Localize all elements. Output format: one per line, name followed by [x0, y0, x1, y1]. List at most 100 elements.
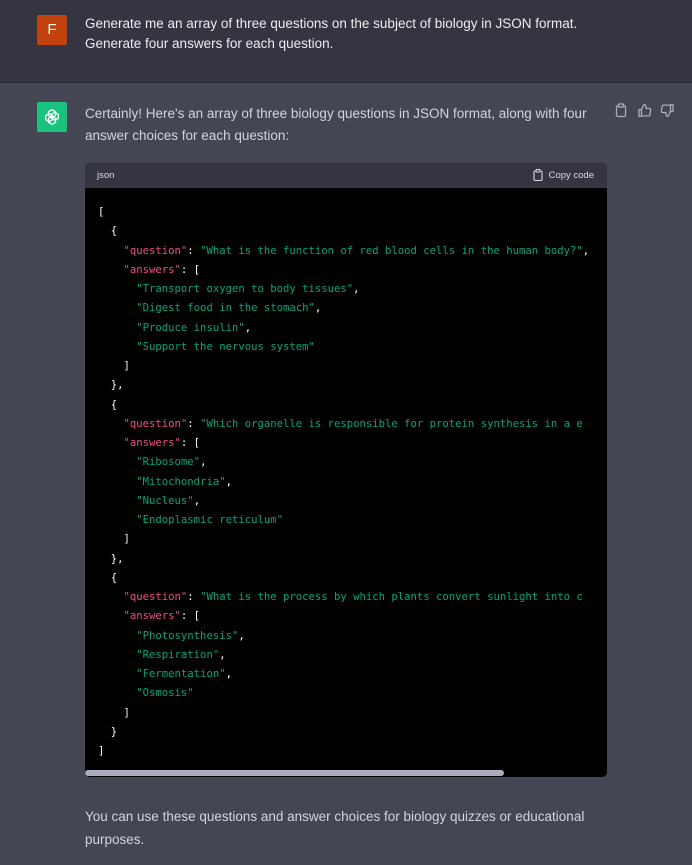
copy-icon[interactable]	[614, 103, 629, 118]
code-line: "answers": [	[98, 607, 607, 626]
json-punctuation: ,	[244, 321, 252, 334]
json-punctuation	[98, 245, 124, 257]
json-punctuation: ]	[98, 533, 130, 546]
code-line: "question": "What is the process by whic…	[98, 588, 607, 607]
code-line: "Endoplasmic reticulum"	[98, 511, 607, 530]
json-punctuation: {	[98, 398, 118, 411]
code-line: }	[98, 723, 607, 742]
json-punctuation: ,	[200, 456, 207, 469]
json-punctuation: },	[98, 379, 124, 392]
json-punctuation	[98, 476, 136, 488]
code-content: [ { "question": "What is the function of…	[98, 203, 607, 763]
code-line: [	[98, 203, 607, 222]
json-string: "Transport oxygen to body tissues"	[136, 283, 354, 295]
json-punctuation: :	[187, 591, 201, 603]
thumbs-up-icon[interactable]	[637, 103, 652, 118]
code-line: {	[98, 569, 607, 588]
code-line: "answers": [	[98, 434, 607, 453]
json-string: "Mitochondria"	[136, 475, 226, 488]
json-punctuation	[98, 418, 124, 430]
json-key: "answers"	[123, 610, 181, 623]
json-string: "Nucleus"	[136, 494, 194, 507]
code-line: ]	[98, 357, 607, 376]
json-string: "Ribosome"	[136, 456, 201, 469]
json-punctuation	[98, 649, 136, 661]
code-line: },	[98, 550, 607, 569]
user-avatar: F	[37, 15, 67, 45]
code-line: "Mitochondria",	[98, 473, 607, 492]
code-line: ]	[98, 704, 607, 723]
json-punctuation: ,	[582, 244, 590, 257]
code-line: ]	[98, 530, 607, 549]
code-line: },	[98, 376, 607, 395]
horizontal-scrollbar[interactable]	[85, 770, 504, 776]
code-line: "Photosynthesis",	[98, 627, 607, 646]
json-punctuation	[98, 591, 124, 603]
assistant-outro-text: You can use these questions and answer c…	[85, 809, 585, 847]
json-punctuation: : [	[180, 610, 201, 623]
json-punctuation	[98, 322, 136, 334]
user-message: F Generate me an array of three question…	[0, 0, 692, 83]
json-key: "answers"	[123, 263, 181, 276]
copy-code-button[interactable]: Copy code	[533, 169, 594, 181]
json-punctuation	[98, 630, 136, 642]
json-punctuation	[98, 302, 136, 314]
json-string: "Digest food in the stomach"	[136, 302, 315, 315]
json-string: "Which organelle is responsible for prot…	[200, 417, 583, 430]
json-punctuation: },	[98, 552, 124, 565]
json-punctuation: ,	[219, 648, 226, 661]
code-line: "answers": [	[98, 261, 607, 280]
code-line: ]	[98, 742, 607, 761]
json-key: "question"	[123, 591, 188, 603]
json-punctuation	[98, 437, 124, 449]
json-punctuation: ,	[225, 475, 232, 488]
json-punctuation: :	[187, 244, 201, 257]
json-punctuation	[98, 668, 136, 680]
json-string: "What is the process by which plants con…	[200, 591, 583, 603]
code-line: "Digest food in the stomach",	[98, 299, 607, 318]
json-punctuation: ,	[314, 302, 322, 315]
json-punctuation	[98, 495, 136, 507]
json-punctuation: ]	[98, 745, 105, 757]
assistant-intro-text: Certainly! Here's an array of three biol…	[85, 106, 587, 143]
json-key: "question"	[123, 244, 188, 257]
code-line: "question": "Which organelle is responsi…	[98, 415, 607, 434]
code-header: json Copy code	[85, 163, 607, 188]
json-punctuation: ,	[225, 668, 232, 680]
json-string: "Endoplasmic reticulum"	[136, 514, 283, 526]
json-punctuation: ,	[238, 629, 245, 642]
json-punctuation: ]	[98, 706, 130, 719]
code-line: "Osmosis"	[98, 684, 607, 703]
json-punctuation	[98, 687, 136, 699]
code-line: "Ribosome",	[98, 453, 607, 472]
thumbs-down-icon[interactable]	[660, 103, 675, 118]
code-language-label: json	[97, 170, 115, 181]
assistant-avatar	[37, 102, 67, 132]
json-punctuation: [	[98, 206, 105, 218]
copy-code-label: Copy code	[548, 169, 594, 181]
json-key: "question"	[123, 417, 188, 430]
json-string: "Fermentation"	[136, 668, 226, 680]
clipboard-icon	[533, 169, 543, 181]
code-line: "Respiration",	[98, 646, 607, 665]
json-punctuation: : [	[180, 263, 201, 276]
json-punctuation	[98, 283, 136, 295]
code-line: {	[98, 222, 607, 241]
json-string: "Produce insulin"	[136, 321, 245, 334]
json-key: "answers"	[123, 437, 181, 449]
code-line: "Produce insulin",	[98, 319, 607, 338]
json-punctuation: ]	[98, 360, 130, 372]
json-string: "Photosynthesis"	[136, 629, 239, 642]
code-line: "question": "What is the function of red…	[98, 242, 607, 261]
code-line: "Nucleus",	[98, 492, 607, 511]
code-block: json Copy code [ { "question": "What is …	[85, 163, 607, 777]
json-string: "Respiration"	[136, 648, 220, 661]
json-punctuation: :	[187, 417, 201, 430]
code-line: "Support the nervous system"	[98, 338, 607, 357]
json-punctuation: ,	[353, 283, 360, 295]
openai-logo-icon	[45, 109, 59, 126]
json-punctuation: {	[98, 225, 118, 238]
json-punctuation	[98, 264, 124, 276]
code-line: {	[98, 396, 607, 415]
json-string: "Support the nervous system"	[136, 340, 315, 353]
